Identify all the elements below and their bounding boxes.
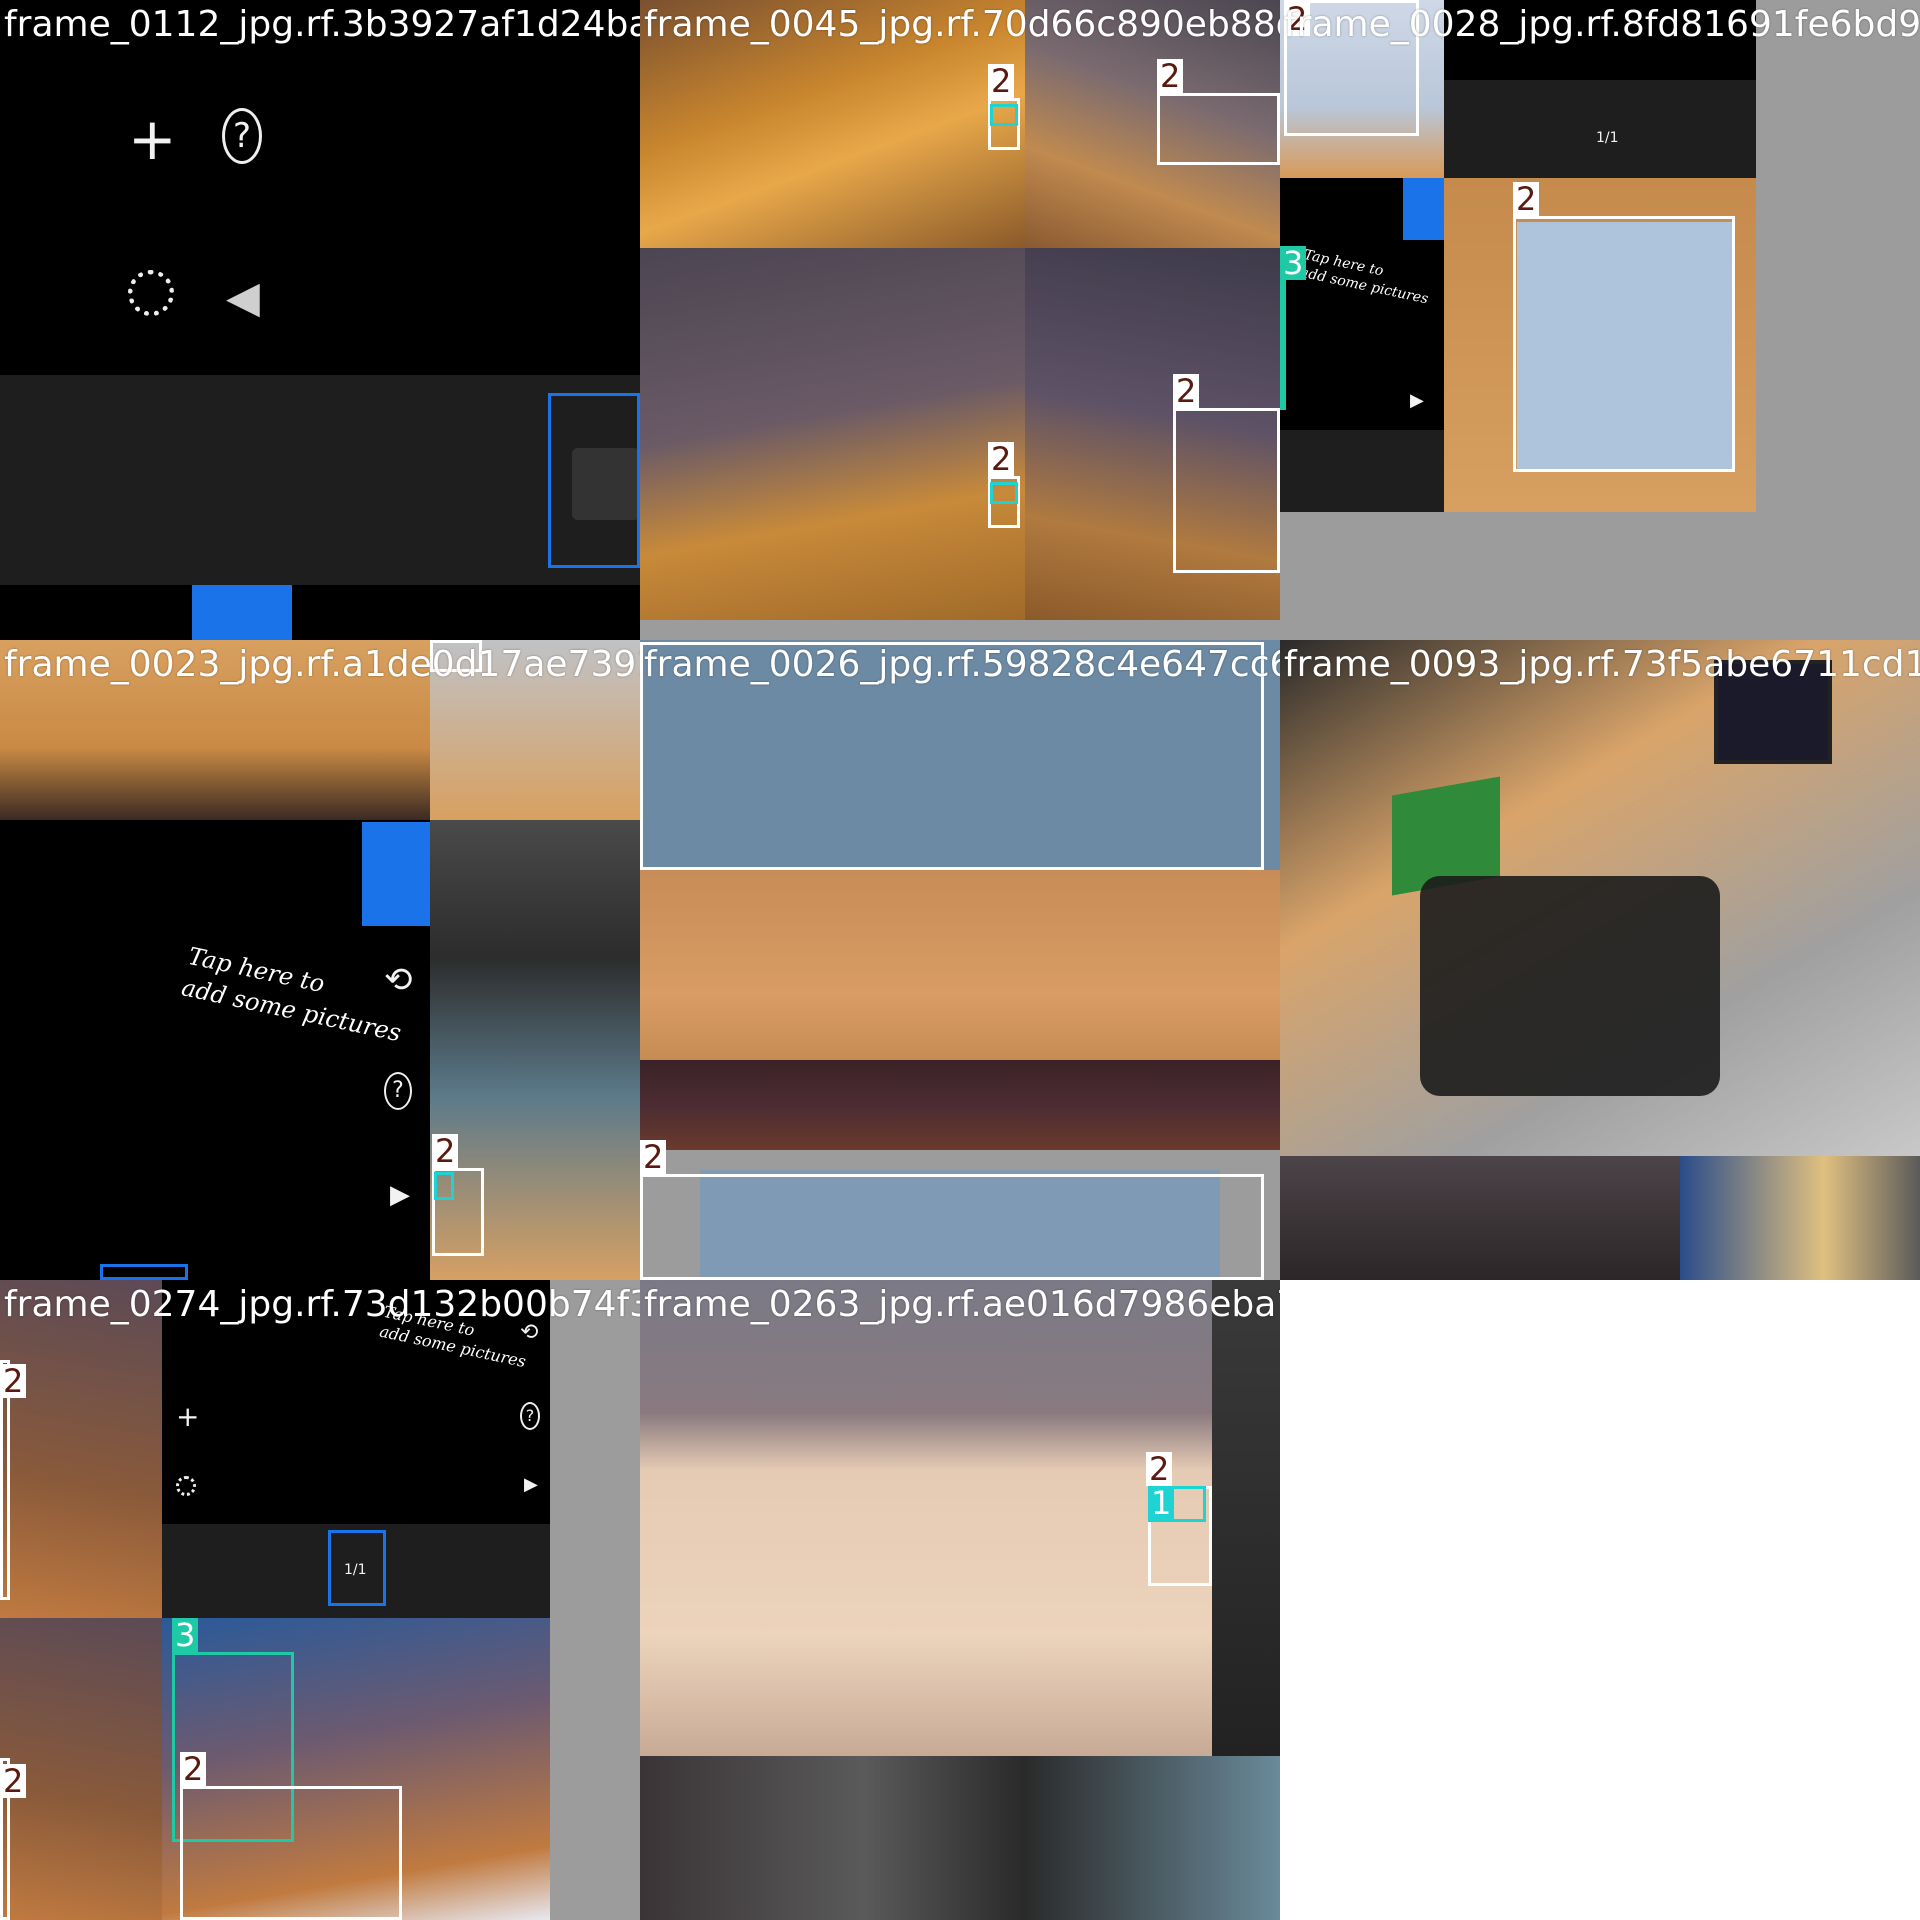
blurred-strip	[640, 1756, 1280, 1920]
bbox-label: 1	[1148, 1486, 1175, 1520]
tile-frame-0093: frame_0093_jpg.rf.73f5abe6711cd1f4	[1280, 640, 1920, 1280]
bbox-label: 2	[432, 1134, 459, 1168]
plus-icon[interactable]: +	[176, 1400, 199, 1433]
app-dark-panel	[0, 375, 640, 585]
thumbnail-frame	[328, 1530, 386, 1606]
camera-button[interactable]	[1403, 178, 1444, 240]
bbox-class-2	[640, 1174, 1264, 1280]
tile-title: frame_0028_jpg.rf.8fd81691fe6bd93b	[1284, 4, 1920, 45]
bbox-class-1	[434, 1172, 454, 1200]
help-icon[interactable]: ?	[520, 1402, 540, 1430]
bbox-label: 3	[1280, 246, 1307, 280]
tile-frame-0045: 2 2 2 2 frame_0045_jpg.rf.70d66c890eb88d…	[640, 0, 1280, 640]
bbox-label: 2	[988, 64, 1015, 98]
bbox-label: 2	[1157, 59, 1184, 93]
blurred-photo-left	[1280, 1156, 1680, 1280]
tile-frame-0026: 2 frame_0026_jpg.rf.59828c4e647cc6c8f82	[640, 640, 1280, 1280]
app-dark-panel	[1444, 80, 1756, 178]
desk-photo-left-top	[0, 1280, 162, 1618]
blurred-poster	[1680, 1156, 1920, 1280]
bbox-label: 2	[0, 1364, 27, 1398]
left-arrow-icon[interactable]: ◀	[226, 272, 260, 323]
plus-icon[interactable]: +	[128, 105, 177, 173]
tile-frame-0023: Tap here to add some pictures ⟲ ? ▶ 2 fra…	[0, 640, 640, 1280]
thumbnail-frame	[548, 393, 640, 568]
camera-button[interactable]	[192, 585, 292, 640]
bbox-class-1	[990, 482, 1018, 504]
mosaic-grid: + ? ◀ frame_0112_jpg.rf.3b3927af1d24baf9…	[0, 0, 1920, 1920]
counter-badge[interactable]: 1/1	[1596, 130, 1619, 146]
black-lego-pieces	[1420, 876, 1720, 1096]
bbox-label: 2	[988, 442, 1015, 476]
bbox-label: 2	[0, 1764, 27, 1798]
tile-title: frame_0263_jpg.rf.ae016d7986eba7ae673dc4	[644, 1284, 1280, 1325]
play-icon[interactable]: ▶	[524, 1474, 538, 1495]
tile-frame-0112: + ? ◀ frame_0112_jpg.rf.3b3927af1d24baf9…	[0, 0, 640, 640]
help-icon[interactable]: ?	[222, 108, 262, 164]
help-icon[interactable]: ?	[384, 1072, 412, 1110]
laptop-edge	[1212, 1280, 1280, 1756]
play-icon[interactable]: ▶	[1410, 390, 1424, 411]
gear-icon[interactable]	[128, 270, 174, 316]
camera-button[interactable]	[362, 822, 430, 926]
bbox-class-2	[1157, 93, 1280, 165]
tile-title: frame_0112_jpg.rf.3b3927af1d24baf91f356	[4, 4, 640, 45]
bbox-label: 2	[1146, 1452, 1173, 1486]
tile-frame-0274: Tap here to add some pictures + ? ▶ ⟲ 1/1…	[0, 1280, 640, 1920]
desk-photo-main	[640, 1280, 1212, 1756]
tile-title: frame_0274_jpg.rf.73d132b00b74f348fea6	[4, 1284, 640, 1325]
desk-edge	[640, 1060, 1280, 1150]
bbox-label: 3	[172, 1618, 199, 1652]
empty-cell	[1280, 1280, 1920, 1920]
bbox-class-2	[1173, 408, 1280, 573]
tile-frame-0263: 2 1 frame_0263_jpg.rf.ae016d7986eba7ae67…	[640, 1280, 1280, 1920]
thumbnail-frame	[100, 1264, 188, 1280]
tile-frame-0028: 2 2 3 Tap here to add some pictures 1/1 ▶…	[1280, 0, 1920, 640]
bbox-label: 2	[640, 1140, 667, 1174]
bbox-label: 2	[180, 1752, 207, 1786]
undo-icon[interactable]: ⟲	[384, 960, 413, 1000]
desk-photo-bottom-left	[640, 248, 1025, 620]
bbox-label: 2	[1173, 374, 1200, 408]
app-dark-strip	[1280, 430, 1444, 512]
app-bottom-bar	[0, 585, 640, 640]
bbox-class-2	[1513, 216, 1735, 472]
bbox-class-2	[180, 1786, 402, 1920]
gear-icon[interactable]	[176, 1476, 196, 1496]
bbox-class-1	[990, 104, 1018, 126]
tile-title: frame_0045_jpg.rf.70d66c890eb88dc	[644, 4, 1280, 45]
tile-title: frame_0093_jpg.rf.73f5abe6711cd1f4	[1284, 644, 1920, 685]
gray-strip	[640, 620, 1280, 640]
tile-title: frame_0026_jpg.rf.59828c4e647cc6c8f82	[644, 644, 1280, 685]
play-icon[interactable]: ▶	[390, 1180, 410, 1210]
bbox-label: 2	[1513, 182, 1540, 216]
tile-title: frame_0023_jpg.rf.a1de0d17ae73917	[4, 644, 640, 685]
